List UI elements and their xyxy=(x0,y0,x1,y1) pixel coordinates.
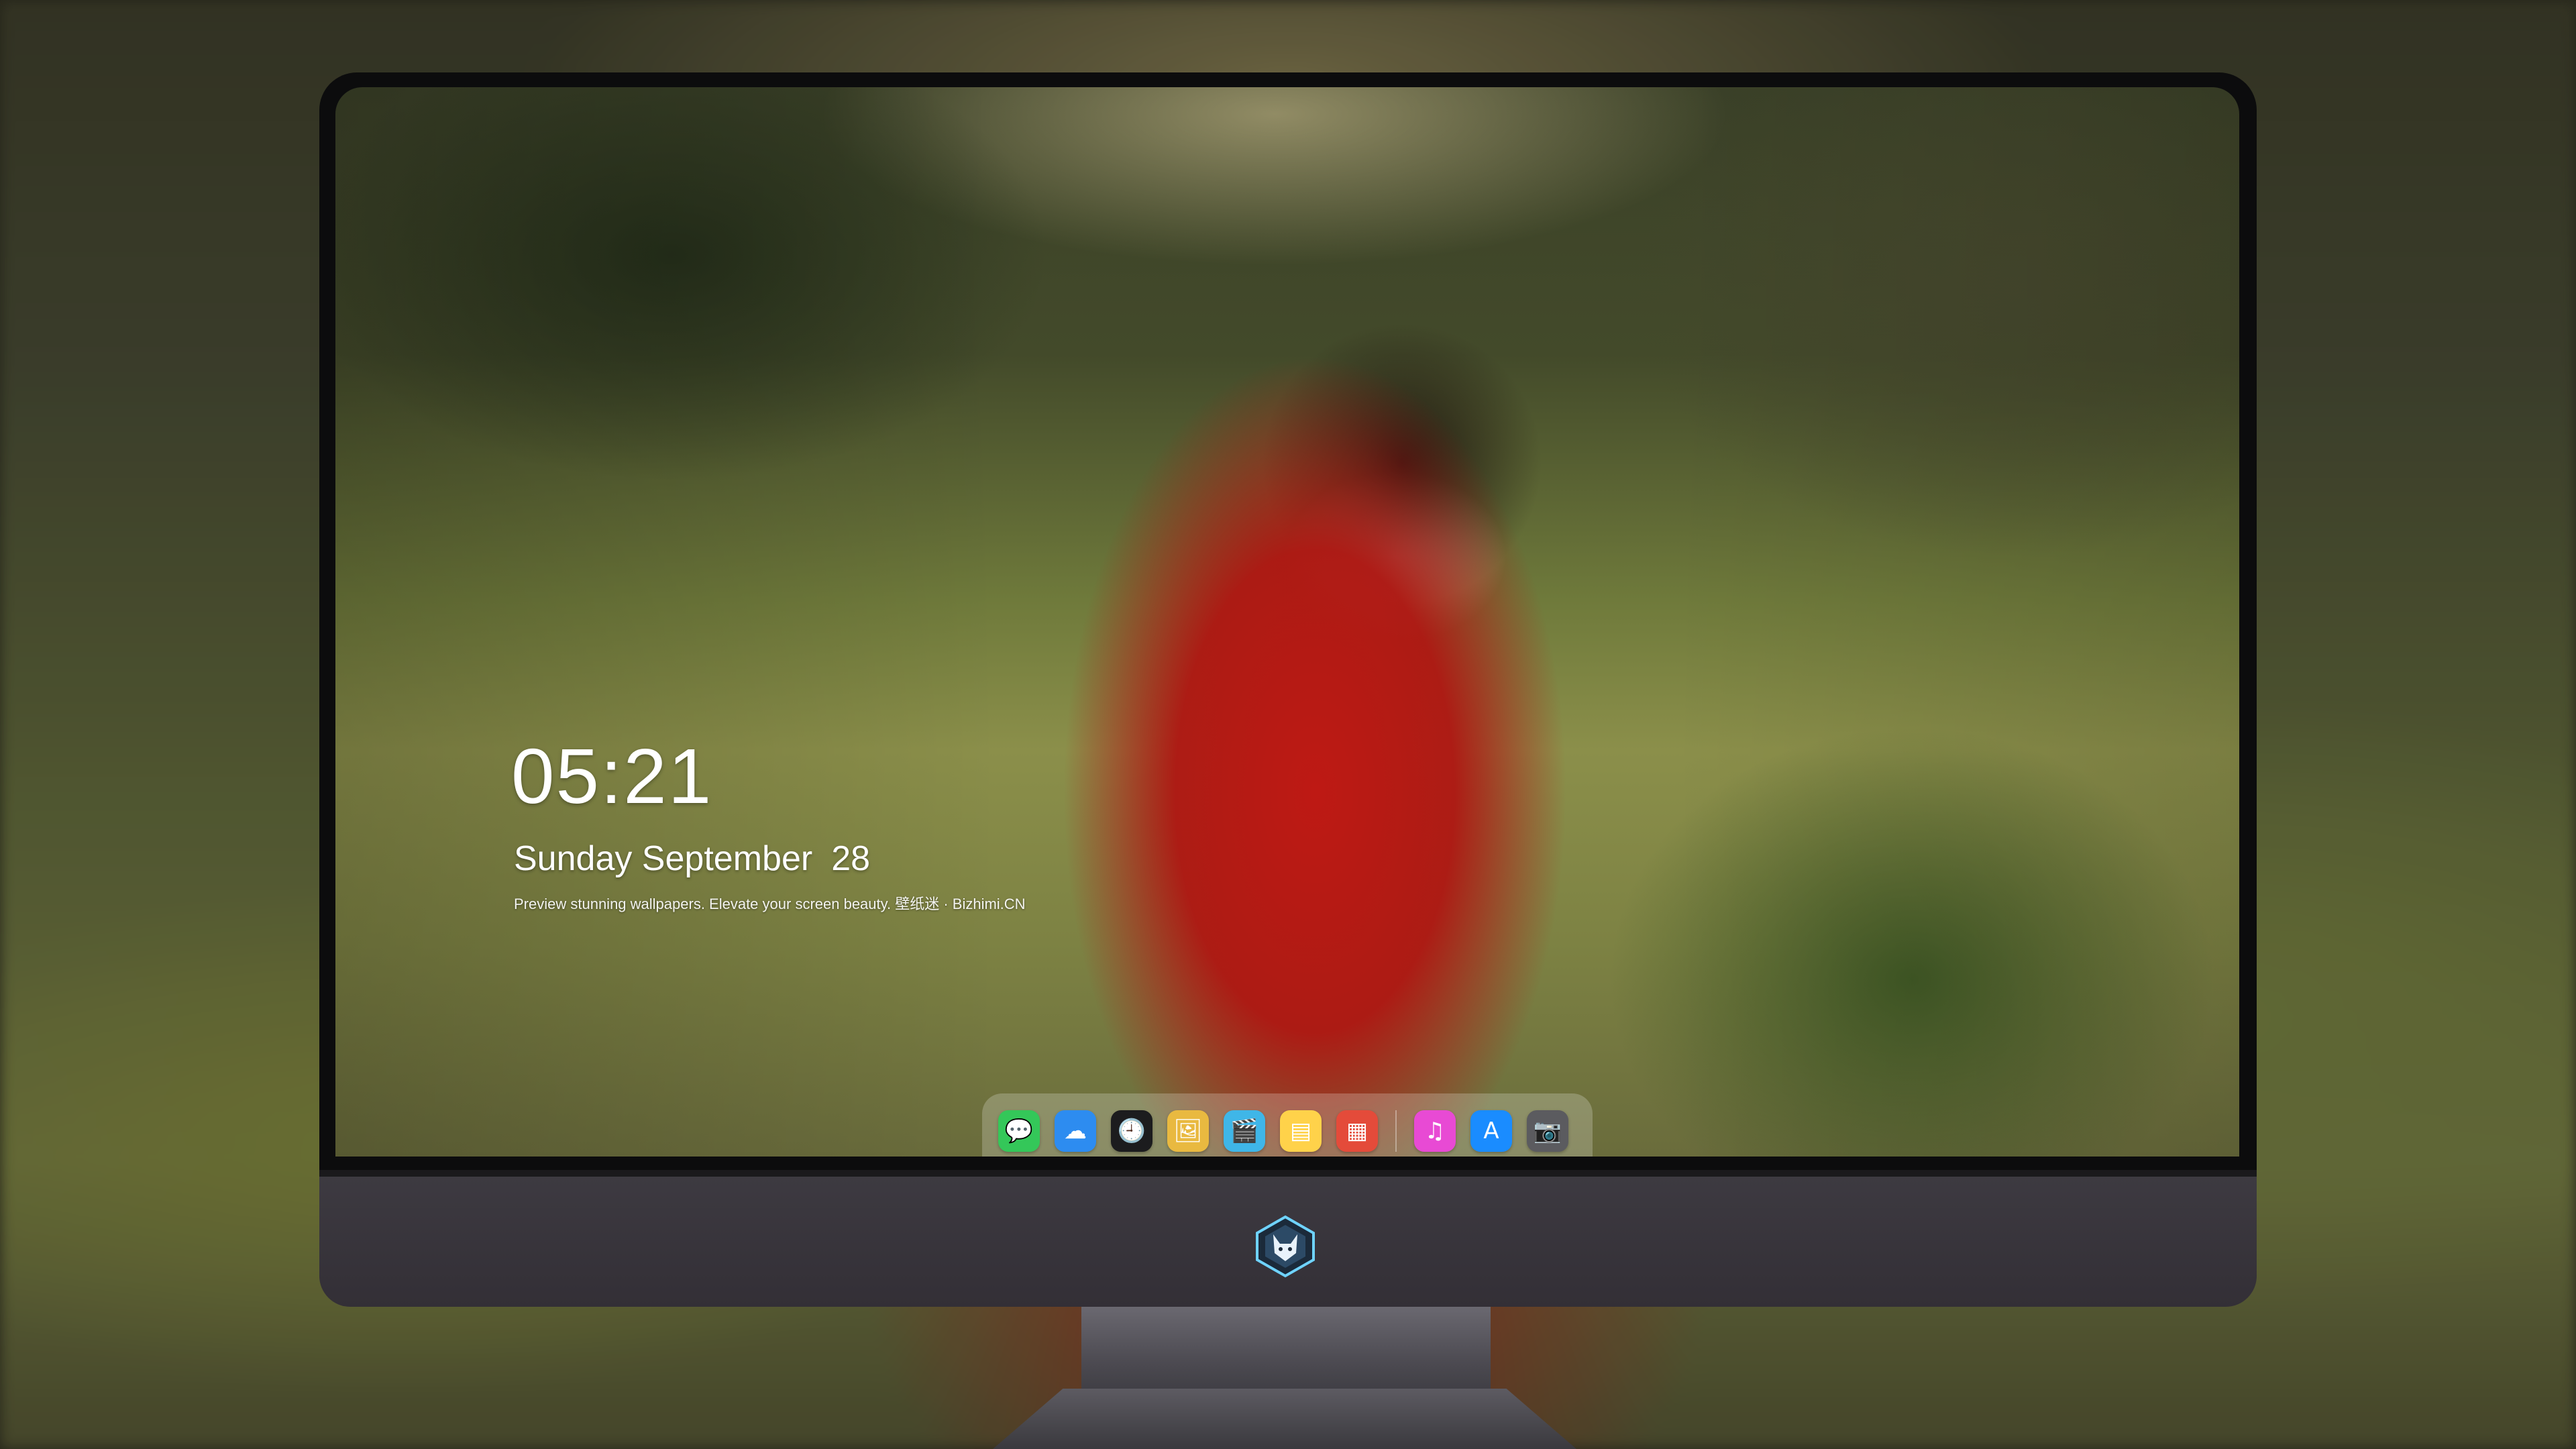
lock-clock: 05:21 xyxy=(511,733,713,820)
screen: 05:21 Sunday September 28 Preview stunnin… xyxy=(335,87,2239,1157)
preview-icon[interactable]: 🖼 xyxy=(1167,1110,1209,1152)
messages-icon[interactable]: 💬 xyxy=(998,1110,1040,1152)
music-icon[interactable]: ♫ xyxy=(1414,1110,1456,1152)
dock-separator xyxy=(1395,1110,1397,1152)
monitor-bezel: 05:21 Sunday September 28 Preview stunnin… xyxy=(319,72,2257,1170)
clips-icon[interactable]: 🎬 xyxy=(1224,1110,1265,1152)
lock-date: Sunday September 28 xyxy=(514,839,870,879)
wolf-logo-icon xyxy=(1256,1215,1315,1278)
camera-icon[interactable]: 📷 xyxy=(1527,1110,1568,1152)
wallpaper-tagline: Preview stunning wallpapers. Elevate you… xyxy=(514,896,1026,912)
clock-icon[interactable]: 🕘 xyxy=(1111,1110,1152,1152)
weather-icon[interactable]: ☁ xyxy=(1055,1110,1096,1152)
monitor-stand-neck xyxy=(1081,1307,1491,1401)
lock-weekday-month: Sunday September xyxy=(514,839,813,878)
photo-booth-icon[interactable]: ▦ xyxy=(1336,1110,1378,1152)
wallpaper xyxy=(335,87,2239,1157)
monitor-stand-foot xyxy=(993,1389,1576,1449)
notes-icon[interactable]: ▤ xyxy=(1280,1110,1322,1152)
monitor: 05:21 Sunday September 28 Preview stunnin… xyxy=(319,72,2257,1307)
dock: 💬 ☁ 🕘 🖼 🎬 ▤ ▦ ♫ A 📷 xyxy=(982,1093,1593,1157)
app-store-icon[interactable]: A xyxy=(1470,1110,1512,1152)
lock-day: 28 xyxy=(831,839,871,878)
monitor-chin xyxy=(319,1170,2257,1307)
